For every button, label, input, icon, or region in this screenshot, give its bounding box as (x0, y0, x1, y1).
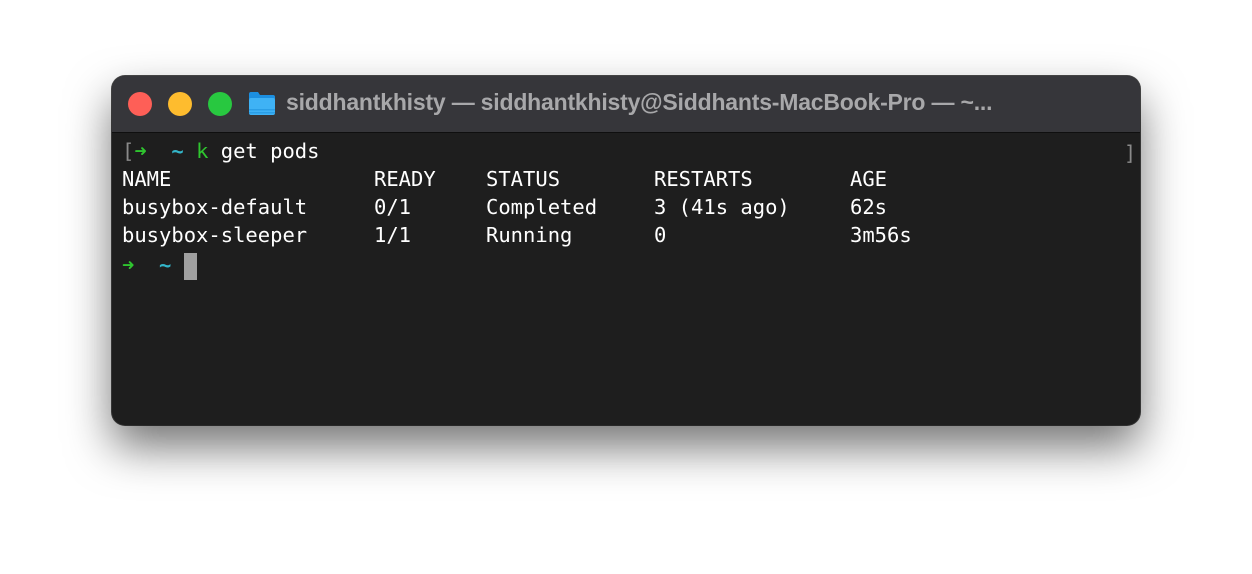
window-title: siddhantkhisty — siddhantkhisty@Siddhant… (286, 89, 993, 115)
minimize-button[interactable] (168, 92, 192, 116)
prompt-directory: ~ (171, 139, 184, 163)
header-name: NAME (122, 167, 172, 191)
text-cursor (183, 252, 197, 280)
command-name: k (196, 139, 209, 163)
terminal-window: siddhantkhisty — siddhantkhisty@Siddhant… (112, 76, 1140, 425)
pod-name: busybox-sleeper (122, 223, 308, 247)
header-ready: READY (374, 167, 436, 191)
pod-restarts: 3 (41s ago) (654, 195, 790, 219)
header-age: AGE (850, 167, 888, 191)
prompt-arrow-icon: ➜ (122, 253, 135, 277)
pod-age: 62s (850, 195, 888, 219)
terminal-output[interactable]: [➜ ~ k get pods ] NAME READY STATUS REST… (112, 133, 1140, 425)
table-header: NAME READY STATUS RESTARTS AGE (122, 165, 1122, 193)
pod-status: Running (486, 223, 573, 247)
prompt-bracket: [ (122, 139, 135, 163)
active-prompt[interactable]: ➜ ~ (122, 251, 197, 280)
command-args: get pods (220, 139, 320, 163)
header-restarts: RESTARTS (654, 167, 753, 191)
folder-icon (249, 92, 275, 115)
title-bar[interactable]: siddhantkhisty — siddhantkhisty@Siddhant… (112, 76, 1140, 133)
pod-ready: 0/1 (374, 195, 412, 219)
pod-ready: 1/1 (374, 223, 412, 247)
right-bracket: ] (1123, 141, 1136, 165)
table-row: busybox-default 0/1 Completed 3 (41s ago… (122, 193, 1122, 221)
prompt-arrow-icon: ➜ (134, 139, 147, 163)
pod-status: Completed (486, 195, 598, 219)
header-status: STATUS (486, 167, 561, 191)
pod-name: busybox-default (122, 195, 308, 219)
close-button[interactable] (128, 92, 152, 116)
table-row: busybox-sleeper 1/1 Running 0 3m56s (122, 221, 1122, 249)
maximize-button[interactable] (208, 92, 232, 116)
prompt-directory: ~ (159, 253, 172, 277)
command-line: [➜ ~ k get pods (122, 137, 320, 165)
pod-age: 3m56s (850, 223, 912, 247)
pod-restarts: 0 (654, 223, 667, 247)
